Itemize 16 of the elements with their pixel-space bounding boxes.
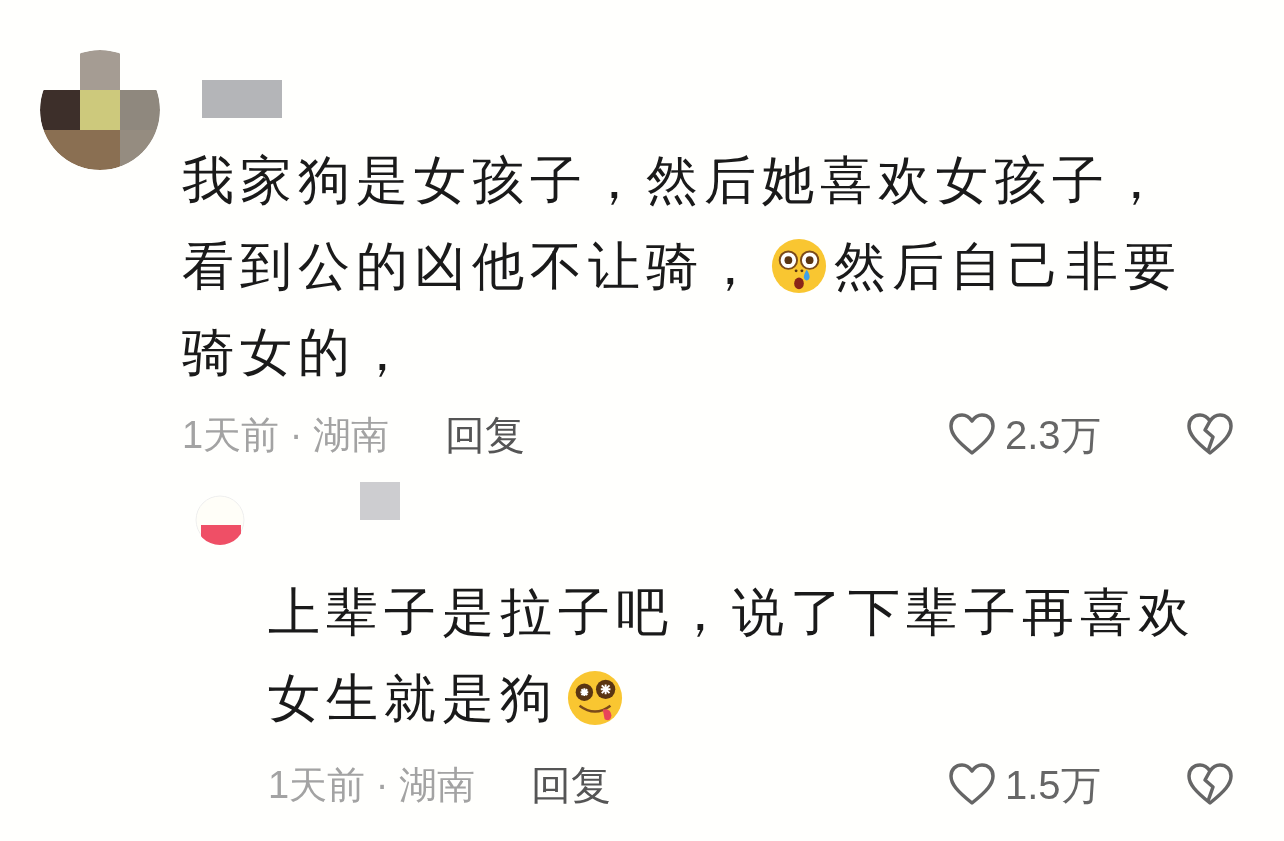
like-count: 1.5万 [1005,761,1102,809]
comment-time-location: 1天前 · 湖南 [182,412,389,458]
comment-text: 我家狗是女孩子，然后她喜欢女孩子， [182,150,1168,211]
like-count: 2.3万 [1005,411,1102,459]
comment-text: 然后自己非要 [834,236,1182,297]
comment-time-location: 1天前 · 湖南 [268,762,475,808]
comment-text: 看到公的凶他不让骑， [182,236,762,297]
comment-text: 上辈子是拉子吧，说了下辈子再喜欢 [268,582,1196,643]
shocked-emoji-icon [770,237,828,295]
comment-text: 骑女的， [182,322,414,383]
comment-text: 女生就是狗 [268,668,558,729]
redacted-username [360,482,400,520]
dizzy-emoji-icon [566,669,624,727]
avatar[interactable] [40,50,160,170]
reply-button[interactable]: 回复 [444,407,525,463]
reply-button[interactable]: 回复 [530,757,611,813]
